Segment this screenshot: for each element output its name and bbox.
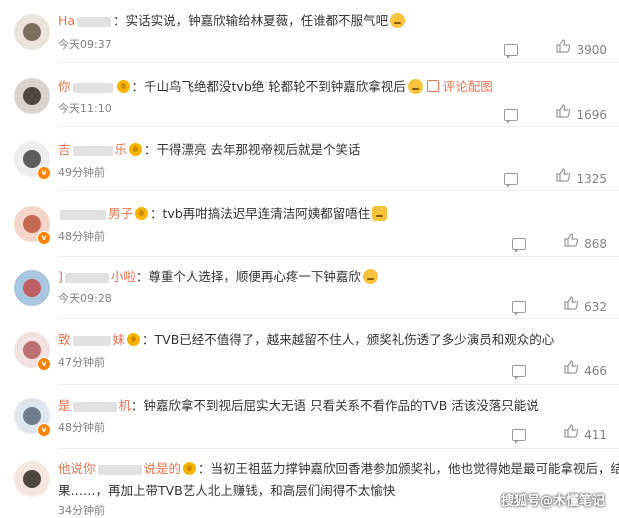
timestamp: 48分钟前	[58, 421, 105, 434]
timestamp: 49分钟前	[58, 166, 105, 179]
image-icon	[426, 80, 439, 92]
thumbs-up-icon[interactable]	[556, 39, 571, 53]
reply-icon[interactable]	[504, 172, 519, 188]
divider	[58, 62, 619, 63]
fan-medal-icon	[116, 80, 130, 93]
avatar[interactable]	[14, 461, 50, 497]
username[interactable]: 吉乐	[58, 142, 127, 157]
username[interactable]: 致妹	[58, 332, 125, 347]
verified-badge: v	[37, 357, 51, 371]
like-count: 466	[584, 363, 607, 378]
colon: ：	[198, 461, 211, 476]
comment-text: tvb再咁搞法迟早连清洁阿姨都留唔住	[162, 206, 371, 221]
comment-text: 钟嘉欣拿不到视后屈实大无语 只看关系不看作品的TVB 活该没落只能说	[143, 398, 539, 413]
like-count: 411	[584, 427, 607, 442]
comment-text: 尊重个人选择，顺便再心疼一下钟嘉欣	[148, 269, 361, 284]
thumbs-up-icon[interactable]	[556, 168, 571, 182]
cat-emoji-icon	[372, 206, 388, 221]
colon: ：	[150, 206, 163, 221]
like-count: 868	[584, 236, 607, 251]
comment-text: 实话实说，钟嘉欣输给林夏薇，任谁都不服气吧	[125, 13, 389, 28]
username[interactable]: 男子	[58, 206, 133, 221]
divider	[58, 448, 619, 449]
divider	[58, 256, 619, 257]
verified-badge: v	[37, 231, 51, 245]
divider	[58, 126, 619, 127]
timestamp: 今天09:37	[58, 38, 112, 51]
like-count: 3900	[576, 42, 607, 57]
colon: ：	[142, 332, 155, 347]
like-count: 1325	[576, 171, 607, 186]
comment-text: 千山鸟飞绝都没tvb绝 轮都轮不到钟嘉欣拿视后	[144, 79, 406, 94]
timestamp: 48分钟前	[58, 230, 105, 243]
comment-text: TVB已经不值得了，越来越留不住人，颁奖礼伤透了多少演员和观众的心	[154, 332, 555, 347]
username[interactable]: ] 小啦	[58, 269, 136, 284]
timestamp: 47分钟前	[58, 356, 105, 369]
reply-icon[interactable]	[512, 364, 527, 380]
username[interactable]: Ha	[58, 13, 113, 28]
divider	[58, 384, 619, 385]
verified-badge: v	[37, 166, 51, 180]
smirk-emoji-icon	[390, 13, 406, 28]
avatar[interactable]	[14, 78, 50, 114]
like-count: 1696	[576, 107, 607, 122]
reply-icon[interactable]	[512, 237, 527, 253]
reply-icon[interactable]	[512, 300, 527, 316]
username[interactable]: 他说你 说是的	[58, 461, 181, 476]
comment-text: 干得漂亮 去年那视帝视后就是个笑话	[156, 142, 361, 157]
thumbs-up-icon[interactable]	[564, 424, 579, 438]
colon: ：	[131, 398, 144, 413]
divider	[58, 318, 619, 319]
comment-text-continued: 果……，再加上带TVB艺人北上赚钱，和高层们闹得不太愉快	[58, 483, 396, 498]
colon: ：	[144, 142, 157, 157]
colon: ：	[113, 13, 126, 28]
reply-icon[interactable]	[504, 108, 519, 124]
comment-picture-link[interactable]: 评论配图	[426, 79, 493, 94]
reply-icon[interactable]	[504, 43, 519, 59]
thumbs-up-icon[interactable]	[564, 296, 579, 310]
emoji-icon	[362, 269, 378, 284]
divider	[58, 190, 619, 191]
watermark: 搜狐号@木懂笔记	[500, 494, 605, 509]
fan-medal-icon	[127, 333, 141, 346]
verified-badge: v	[37, 423, 51, 437]
colon: ：	[131, 79, 145, 94]
timestamp: 今天11:10	[58, 102, 112, 115]
emoji-icon	[407, 79, 423, 94]
fan-medal-icon	[183, 462, 197, 475]
comment-text: 当初王祖蓝力撑钟嘉欣回香港参加颁奖礼，他也觉得她是最可能拿视后，结	[210, 461, 619, 476]
username[interactable]: 是机	[58, 398, 131, 413]
avatar[interactable]	[14, 14, 50, 50]
username[interactable]: 你	[58, 79, 115, 94]
timestamp: 34分钟前	[58, 504, 105, 517]
fan-medal-icon	[129, 143, 143, 156]
fan-medal-icon	[135, 207, 149, 220]
like-count: 632	[584, 299, 607, 314]
thumbs-up-icon[interactable]	[564, 360, 579, 374]
thumbs-up-icon[interactable]	[564, 233, 579, 247]
reply-icon[interactable]	[512, 428, 527, 444]
timestamp: 今天09:28	[58, 292, 112, 305]
thumbs-up-icon[interactable]	[556, 104, 571, 118]
colon: ：	[135, 269, 149, 284]
avatar[interactable]	[14, 270, 50, 306]
